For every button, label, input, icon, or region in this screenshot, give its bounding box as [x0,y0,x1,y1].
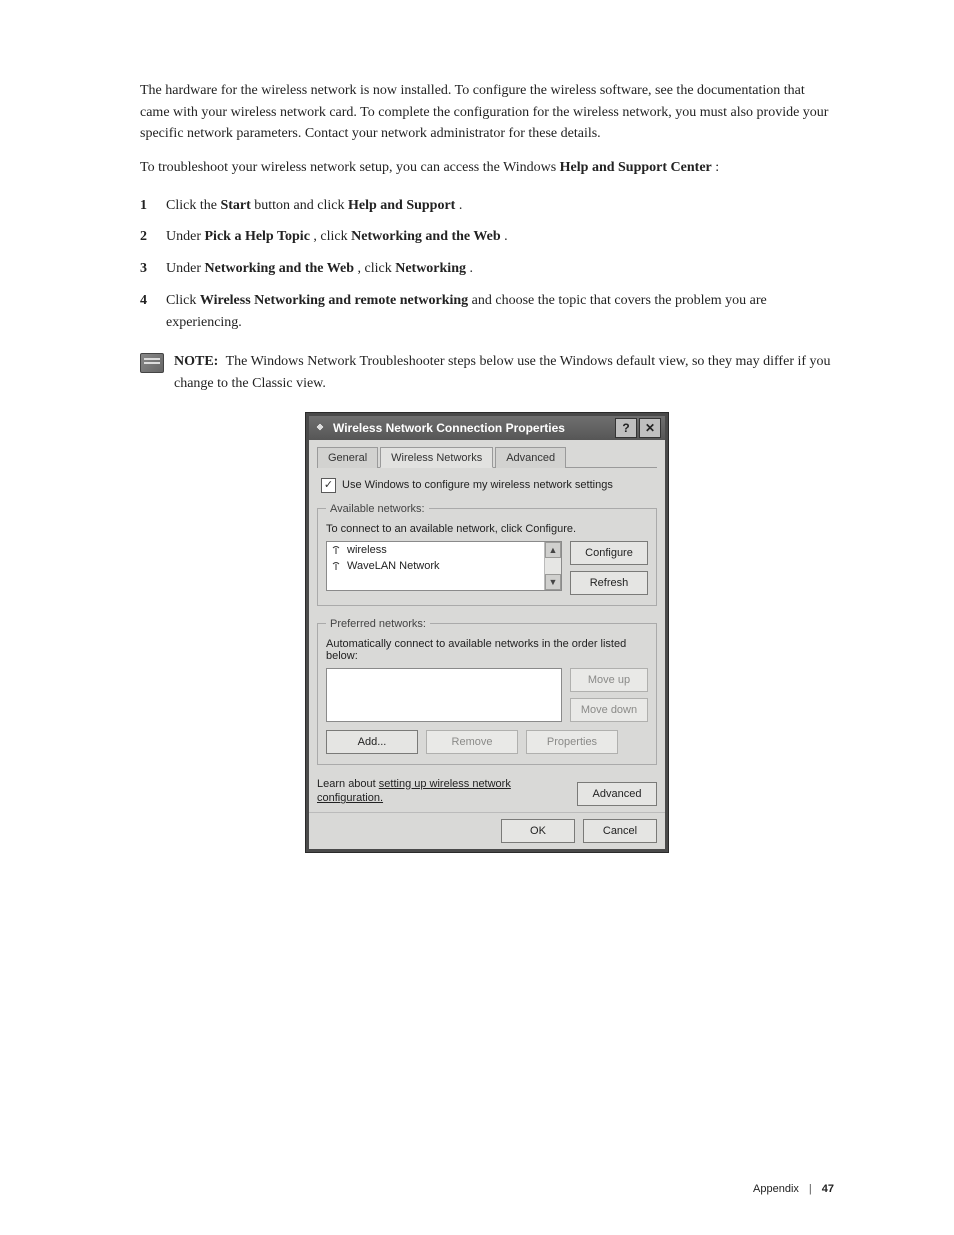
learn-prefix: Learn about [317,778,379,790]
advanced-button[interactable]: Advanced [577,782,657,806]
page-footer: Appendix | 47 [0,1183,954,1195]
step-2-after: . [504,229,508,244]
step-4-number: 4 [140,290,158,333]
refresh-button[interactable]: Refresh [570,571,648,595]
step-4-bold1: Wireless Networking and remote networkin… [200,293,468,308]
step-2-mid: , click [313,229,351,244]
step-2: 2 Under Pick a Help Topic , click Networ… [140,226,834,248]
note-label: NOTE: [174,354,218,369]
properties-button[interactable]: Properties [526,730,618,754]
network-name: WaveLAN Network [347,560,440,572]
ok-button[interactable]: OK [501,819,575,843]
antenna-icon [331,545,341,555]
move-up-button[interactable]: Move up [570,668,648,692]
note-body: The Windows Network Troubleshooter steps… [174,354,831,391]
note-icon [140,353,164,373]
step-1-after: . [459,198,463,213]
list-item[interactable]: wireless [327,542,544,558]
help-center-name: Help and Support Center [560,160,712,175]
intro-paragraph-2: To troubleshoot your wireless network se… [140,157,834,179]
window-icon [313,421,327,435]
available-networks-group: Available networks: To connect to an ava… [317,503,657,606]
step-3-bold2: Networking [395,261,466,276]
available-networks-list[interactable]: wireless WaveLAN Network ▲ [326,541,562,591]
use-windows-checkbox[interactable]: ✓ [321,478,336,493]
step-4: 4 Click Wireless Networking and remote n… [140,290,834,333]
step-1-mid: button and click [254,198,348,213]
wireless-properties-dialog: Wireless Network Connection Properties ?… [306,413,668,853]
step-1: 1 Click the Start button and click Help … [140,195,834,217]
steps-list: 1 Click the Start button and click Help … [140,195,834,333]
step-3-after: . [469,261,473,276]
available-scrollbar[interactable]: ▲ ▼ [544,542,561,590]
step-1-number: 1 [140,195,158,217]
tab-strip: General Wireless Networks Advanced [317,446,657,468]
step-2-number: 2 [140,226,158,248]
scroll-up-icon[interactable]: ▲ [545,542,561,558]
preferred-hint: Automatically connect to available netwo… [326,638,648,662]
use-windows-label: Use Windows to configure my wireless net… [342,479,613,491]
available-hint: To connect to an available network, clic… [326,523,648,535]
footer-section: Appendix [753,1183,799,1195]
step-1-bold1: Start [220,198,250,213]
step-3-pre: Under [166,261,205,276]
step-2-pre: Under [166,229,205,244]
step-3-number: 3 [140,258,158,280]
cancel-button[interactable]: Cancel [583,819,657,843]
step-3-bold1: Networking and the Web [205,261,354,276]
step-2-bold2: Networking and the Web [351,229,500,244]
step-2-bold1: Pick a Help Topic [205,229,310,244]
learn-about-text: Learn about setting up wireless network … [317,777,537,807]
close-button[interactable]: ✕ [639,418,661,438]
footer-separator: | [809,1183,812,1195]
help-button[interactable]: ? [615,418,637,438]
step-1-bold2: Help and Support [348,198,455,213]
preferred-networks-list[interactable] [326,668,562,722]
step-4-pre: Click [166,293,200,308]
footer-page-number: 47 [822,1183,834,1195]
remove-button[interactable]: Remove [426,730,518,754]
titlebar[interactable]: Wireless Network Connection Properties ?… [309,416,665,440]
configure-button[interactable]: Configure [570,541,648,565]
tab-advanced[interactable]: Advanced [495,447,566,468]
step-1-pre: Click the [166,198,220,213]
note-text: NOTE: The Windows Network Troubleshooter… [174,351,834,394]
p2-after: : [715,160,719,175]
tab-general[interactable]: General [317,447,378,468]
p2-before: To troubleshoot your wireless network se… [140,160,560,175]
add-button[interactable]: Add... [326,730,418,754]
intro-paragraph-1: The hardware for the wireless network is… [140,80,834,145]
move-down-button[interactable]: Move down [570,698,648,722]
step-3: 3 Under Networking and the Web , click N… [140,258,834,280]
preferred-networks-group: Preferred networks: Automatically connec… [317,618,657,765]
step-3-mid: , click [357,261,395,276]
window-title: Wireless Network Connection Properties [333,421,615,435]
network-name: wireless [347,544,387,556]
scroll-down-icon[interactable]: ▼ [545,574,561,590]
preferred-networks-legend: Preferred networks: [326,618,430,630]
tab-wireless-networks[interactable]: Wireless Networks [380,447,493,468]
antenna-icon [331,561,341,571]
list-item[interactable]: WaveLAN Network [327,558,544,574]
available-networks-legend: Available networks: [326,503,429,515]
